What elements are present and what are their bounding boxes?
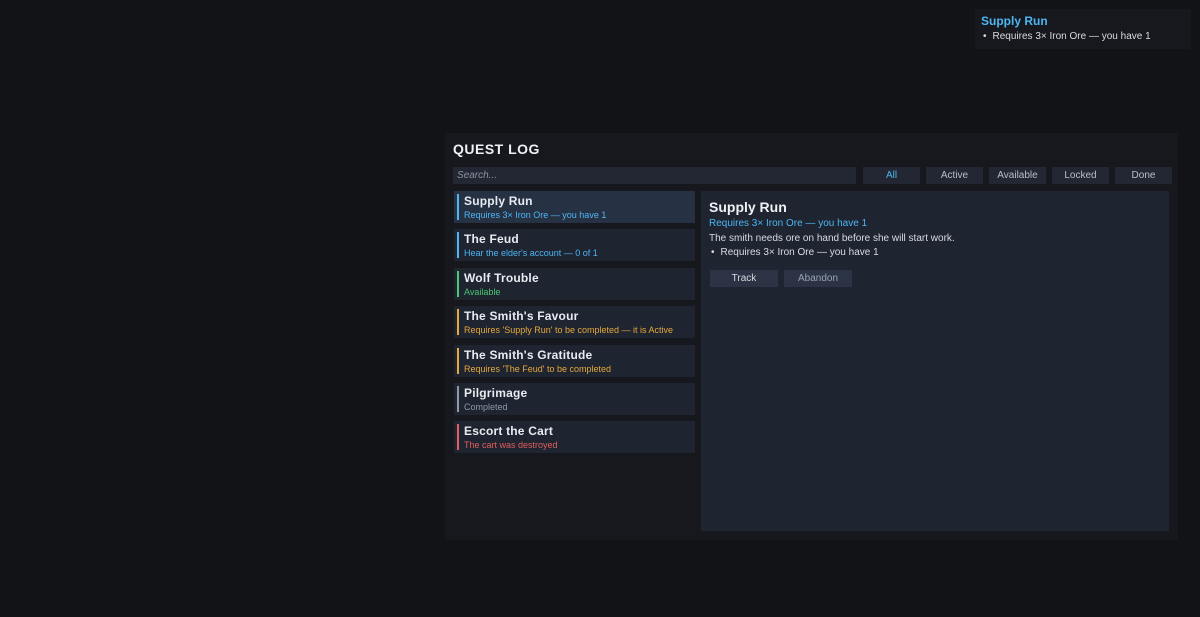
detail-objective-text: Requires 3× Iron Ore — you have 1 bbox=[720, 247, 879, 258]
quest-status-accent bbox=[457, 309, 459, 336]
quest-status-accent bbox=[457, 385, 459, 412]
detail-actions: Track Abandon bbox=[710, 270, 1161, 287]
quest-item[interactable]: The Smith's Gratitude Requires 'The Feud… bbox=[454, 344, 695, 377]
filter-done-button[interactable]: Done bbox=[1115, 167, 1172, 184]
quest-details-panel: Supply Run Requires 3× Iron Ore — you ha… bbox=[701, 191, 1169, 531]
quest-status: Available bbox=[464, 286, 501, 297]
filter-active-button[interactable]: Active bbox=[926, 167, 983, 184]
tracker-objective-text: Requires 3× Iron Ore — you have 1 bbox=[992, 31, 1151, 42]
search-input[interactable] bbox=[453, 167, 856, 184]
bullet-icon: • bbox=[983, 31, 987, 42]
quest-item[interactable]: Wolf Trouble Available bbox=[454, 267, 695, 300]
quest-tracker: Supply Run • Requires 3× Iron Ore — you … bbox=[975, 9, 1191, 49]
quest-item[interactable]: The Feud Hear the elder's account — 0 of… bbox=[454, 229, 695, 262]
detail-description: The smith needs ore on hand before she w… bbox=[709, 233, 955, 244]
quest-status: The cart was destroyed bbox=[464, 440, 558, 451]
tracker-objective: • Requires 3× Iron Ore — you have 1 bbox=[981, 31, 1185, 42]
quest-log-window: QUEST LOG All Active Available Locked Do… bbox=[445, 133, 1178, 540]
filter-available-button[interactable]: Available bbox=[989, 167, 1046, 184]
track-button[interactable]: Track bbox=[710, 270, 778, 287]
quest-status-accent bbox=[457, 270, 459, 297]
quest-status: Requires 'The Feud' to be completed bbox=[464, 363, 612, 374]
quest-name: The Smith's Favour bbox=[464, 309, 579, 324]
quest-item[interactable]: Escort the Cart The cart was destroyed bbox=[454, 421, 695, 454]
filter-locked-button[interactable]: Locked bbox=[1052, 167, 1109, 184]
quest-name: Supply Run bbox=[464, 194, 533, 208]
quest-name: Pilgrimage bbox=[464, 385, 528, 400]
filter-tabs: All Active Available Locked Done bbox=[863, 167, 1172, 184]
tracker-quest-title: Supply Run bbox=[981, 14, 1048, 28]
quest-status-accent bbox=[457, 424, 459, 451]
quest-list: Supply Run Requires 3× Iron Ore — you ha… bbox=[454, 191, 695, 460]
filter-all-button[interactable]: All bbox=[863, 167, 920, 184]
quest-name: Escort the Cart bbox=[464, 424, 554, 439]
quest-status: Requires 3× Iron Ore — you have 1 bbox=[464, 210, 607, 220]
quest-status: Requires 'Supply Run' to be completed — … bbox=[464, 325, 674, 336]
quest-item[interactable]: Supply Run Requires 3× Iron Ore — you ha… bbox=[454, 191, 695, 223]
quest-item[interactable]: The Smith's Favour Requires 'Supply Run'… bbox=[454, 306, 695, 339]
quest-status: Hear the elder's account — 0 of 1 bbox=[464, 248, 598, 259]
quest-status-accent bbox=[457, 194, 459, 220]
quest-status: Completed bbox=[464, 401, 508, 412]
detail-title: Supply Run bbox=[709, 199, 787, 215]
bullet-icon: • bbox=[711, 247, 715, 258]
quest-status-accent bbox=[457, 347, 459, 374]
quest-status-accent bbox=[457, 232, 459, 259]
detail-requirement: Requires 3× Iron Ore — you have 1 bbox=[709, 218, 868, 229]
quest-name: The Smith's Gratitude bbox=[464, 347, 593, 362]
abandon-button[interactable]: Abandon bbox=[784, 270, 852, 287]
quest-name: The Feud bbox=[464, 232, 519, 247]
detail-objective: • Requires 3× Iron Ore — you have 1 bbox=[709, 247, 1161, 258]
window-title: QUEST LOG bbox=[453, 141, 540, 157]
quest-item[interactable]: Pilgrimage Completed bbox=[454, 382, 695, 415]
quest-name: Wolf Trouble bbox=[464, 270, 539, 285]
